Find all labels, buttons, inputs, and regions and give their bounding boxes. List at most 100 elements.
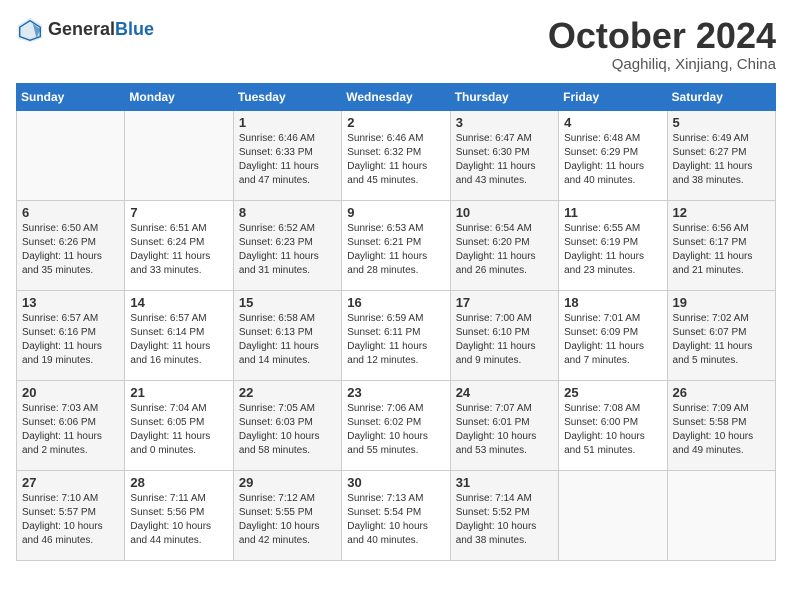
day-info: Sunrise: 6:50 AMSunset: 6:26 PMDaylight:… bbox=[22, 222, 119, 278]
day-info: Sunrise: 7:06 AMSunset: 6:02 PMDaylight:… bbox=[347, 402, 444, 458]
day-info: Sunrise: 7:05 AMSunset: 6:03 PMDaylight:… bbox=[239, 402, 336, 458]
day-number: 15 bbox=[239, 295, 336, 310]
day-info: Sunrise: 7:12 AMSunset: 5:55 PMDaylight:… bbox=[239, 492, 336, 548]
weekday-header-wednesday: Wednesday bbox=[342, 83, 450, 110]
calendar-cell: 12Sunrise: 6:56 AMSunset: 6:17 PMDayligh… bbox=[667, 200, 775, 290]
day-number: 6 bbox=[22, 205, 119, 220]
calendar-cell: 19Sunrise: 7:02 AMSunset: 6:07 PMDayligh… bbox=[667, 290, 775, 380]
day-info: Sunrise: 6:58 AMSunset: 6:13 PMDaylight:… bbox=[239, 312, 336, 368]
day-number: 3 bbox=[456, 115, 553, 130]
calendar-cell: 13 Sunrise: 6:57 AMSunset: 6:16 PMDayligh… bbox=[17, 290, 125, 380]
weekday-header-saturday: Saturday bbox=[667, 83, 775, 110]
location-subtitle: Qaghiliq, Xinjiang, China bbox=[548, 56, 776, 73]
calendar-cell bbox=[17, 110, 125, 200]
day-number: 8 bbox=[239, 205, 336, 220]
calendar-cell: 15 Sunrise: 6:58 AMSunset: 6:13 PMDayligh… bbox=[233, 290, 341, 380]
calendar-cell: 10 Sunrise: 6:54 AMSunset: 6:20 PMDayligh… bbox=[450, 200, 558, 290]
calendar-cell: 17 Sunrise: 7:00 AMSunset: 6:10 PMDayligh… bbox=[450, 290, 558, 380]
day-info: Sunrise: 6:49 AMSunset: 6:27 PMDaylight:… bbox=[673, 132, 770, 188]
day-info: Sunrise: 6:46 AMSunset: 6:33 PMDaylight:… bbox=[239, 132, 336, 188]
calendar-cell: 22 Sunrise: 7:05 AMSunset: 6:03 PMDayligh… bbox=[233, 380, 341, 470]
day-info: Sunrise: 6:57 AMSunset: 6:14 PMDaylight:… bbox=[130, 312, 227, 368]
day-number: 7 bbox=[130, 205, 227, 220]
logo-icon bbox=[16, 16, 44, 44]
calendar-cell: 11 Sunrise: 6:55 AMSunset: 6:19 PMDayligh… bbox=[559, 200, 667, 290]
calendar-table: SundayMondayTuesdayWednesdayThursdayFrid… bbox=[16, 83, 776, 561]
day-info: Sunrise: 6:54 AMSunset: 6:20 PMDaylight:… bbox=[456, 222, 553, 278]
calendar-cell: 18Sunrise: 7:01 AMSunset: 6:09 PMDayligh… bbox=[559, 290, 667, 380]
week-row-4: 20 Sunrise: 7:03 AMSunset: 6:06 PMDayligh… bbox=[17, 380, 776, 470]
day-info: Sunrise: 7:03 AMSunset: 6:06 PMDaylight:… bbox=[22, 402, 119, 458]
calendar-cell: 23 Sunrise: 7:06 AMSunset: 6:02 PMDayligh… bbox=[342, 380, 450, 470]
day-number: 22 bbox=[239, 385, 336, 400]
day-info: Sunrise: 6:57 AMSunset: 6:16 PMDaylight:… bbox=[22, 312, 119, 368]
day-info: Sunrise: 6:51 AMSunset: 6:24 PMDaylight:… bbox=[130, 222, 227, 278]
day-info: Sunrise: 7:11 AMSunset: 5:56 PMDaylight:… bbox=[130, 492, 227, 548]
day-number: 31 bbox=[456, 475, 553, 490]
day-info: Sunrise: 7:14 AMSunset: 5:52 PMDaylight:… bbox=[456, 492, 553, 548]
day-number: 26 bbox=[673, 385, 770, 400]
day-number: 13 bbox=[22, 295, 119, 310]
day-info: Sunrise: 7:08 AMSunset: 6:00 PMDaylight:… bbox=[564, 402, 661, 458]
day-number: 21 bbox=[130, 385, 227, 400]
day-number: 27 bbox=[22, 475, 119, 490]
calendar-cell: 8 Sunrise: 6:52 AMSunset: 6:23 PMDaylight… bbox=[233, 200, 341, 290]
day-number: 4 bbox=[564, 115, 661, 130]
calendar-cell: 7 Sunrise: 6:51 AMSunset: 6:24 PMDaylight… bbox=[125, 200, 233, 290]
calendar-cell: 29Sunrise: 7:12 AMSunset: 5:55 PMDayligh… bbox=[233, 470, 341, 560]
calendar-cell: 3 Sunrise: 6:47 AMSunset: 6:30 PMDaylight… bbox=[450, 110, 558, 200]
weekday-header-tuesday: Tuesday bbox=[233, 83, 341, 110]
day-info: Sunrise: 6:52 AMSunset: 6:23 PMDaylight:… bbox=[239, 222, 336, 278]
calendar-cell: 27Sunrise: 7:10 AMSunset: 5:57 PMDayligh… bbox=[17, 470, 125, 560]
day-number: 11 bbox=[564, 205, 661, 220]
calendar-cell bbox=[559, 470, 667, 560]
calendar-cell: 9Sunrise: 6:53 AMSunset: 6:21 PMDaylight… bbox=[342, 200, 450, 290]
day-number: 1 bbox=[239, 115, 336, 130]
day-info: Sunrise: 6:55 AMSunset: 6:19 PMDaylight:… bbox=[564, 222, 661, 278]
day-number: 23 bbox=[347, 385, 444, 400]
calendar-cell: 1 Sunrise: 6:46 AMSunset: 6:33 PMDaylight… bbox=[233, 110, 341, 200]
calendar-cell: 16 Sunrise: 6:59 AMSunset: 6:11 PMDayligh… bbox=[342, 290, 450, 380]
day-number: 20 bbox=[22, 385, 119, 400]
week-row-5: 27Sunrise: 7:10 AMSunset: 5:57 PMDayligh… bbox=[17, 470, 776, 560]
day-number: 30 bbox=[347, 475, 444, 490]
day-number: 18 bbox=[564, 295, 661, 310]
day-number: 10 bbox=[456, 205, 553, 220]
calendar-cell: 31 Sunrise: 7:14 AMSunset: 5:52 PMDayligh… bbox=[450, 470, 558, 560]
day-info: Sunrise: 7:04 AMSunset: 6:05 PMDaylight:… bbox=[130, 402, 227, 458]
day-number: 24 bbox=[456, 385, 553, 400]
day-number: 17 bbox=[456, 295, 553, 310]
day-info: Sunrise: 6:59 AMSunset: 6:11 PMDaylight:… bbox=[347, 312, 444, 368]
logo-text: GeneralBlue bbox=[48, 20, 154, 40]
weekday-header-row: SundayMondayTuesdayWednesdayThursdayFrid… bbox=[17, 83, 776, 110]
day-number: 28 bbox=[130, 475, 227, 490]
day-info: Sunrise: 6:56 AMSunset: 6:17 PMDaylight:… bbox=[673, 222, 770, 278]
day-info: Sunrise: 7:13 AMSunset: 5:54 PMDaylight:… bbox=[347, 492, 444, 548]
week-row-3: 13 Sunrise: 6:57 AMSunset: 6:16 PMDayligh… bbox=[17, 290, 776, 380]
calendar-cell: 24Sunrise: 7:07 AMSunset: 6:01 PMDayligh… bbox=[450, 380, 558, 470]
day-number: 14 bbox=[130, 295, 227, 310]
calendar-cell: 20 Sunrise: 7:03 AMSunset: 6:06 PMDayligh… bbox=[17, 380, 125, 470]
day-info: Sunrise: 6:47 AMSunset: 6:30 PMDaylight:… bbox=[456, 132, 553, 188]
calendar-cell: 26Sunrise: 7:09 AMSunset: 5:58 PMDayligh… bbox=[667, 380, 775, 470]
day-number: 9 bbox=[347, 205, 444, 220]
calendar-cell: 2Sunrise: 6:46 AMSunset: 6:32 PMDaylight… bbox=[342, 110, 450, 200]
calendar-cell: 28 Sunrise: 7:11 AMSunset: 5:56 PMDayligh… bbox=[125, 470, 233, 560]
calendar-cell: 5Sunrise: 6:49 AMSunset: 6:27 PMDaylight… bbox=[667, 110, 775, 200]
day-number: 25 bbox=[564, 385, 661, 400]
week-row-1: 1 Sunrise: 6:46 AMSunset: 6:33 PMDaylight… bbox=[17, 110, 776, 200]
weekday-header-thursday: Thursday bbox=[450, 83, 558, 110]
calendar-cell bbox=[125, 110, 233, 200]
calendar-cell: 4 Sunrise: 6:48 AMSunset: 6:29 PMDaylight… bbox=[559, 110, 667, 200]
weekday-header-friday: Friday bbox=[559, 83, 667, 110]
day-info: Sunrise: 6:46 AMSunset: 6:32 PMDaylight:… bbox=[347, 132, 444, 188]
calendar-cell: 30 Sunrise: 7:13 AMSunset: 5:54 PMDayligh… bbox=[342, 470, 450, 560]
calendar-cell: 25 Sunrise: 7:08 AMSunset: 6:00 PMDayligh… bbox=[559, 380, 667, 470]
day-info: Sunrise: 7:02 AMSunset: 6:07 PMDaylight:… bbox=[673, 312, 770, 368]
day-info: Sunrise: 6:48 AMSunset: 6:29 PMDaylight:… bbox=[564, 132, 661, 188]
week-row-2: 6 Sunrise: 6:50 AMSunset: 6:26 PMDaylight… bbox=[17, 200, 776, 290]
day-info: Sunrise: 7:00 AMSunset: 6:10 PMDaylight:… bbox=[456, 312, 553, 368]
month-title: October 2024 bbox=[548, 16, 776, 56]
title-block: October 2024 Qaghiliq, Xinjiang, China bbox=[548, 16, 776, 73]
day-number: 16 bbox=[347, 295, 444, 310]
